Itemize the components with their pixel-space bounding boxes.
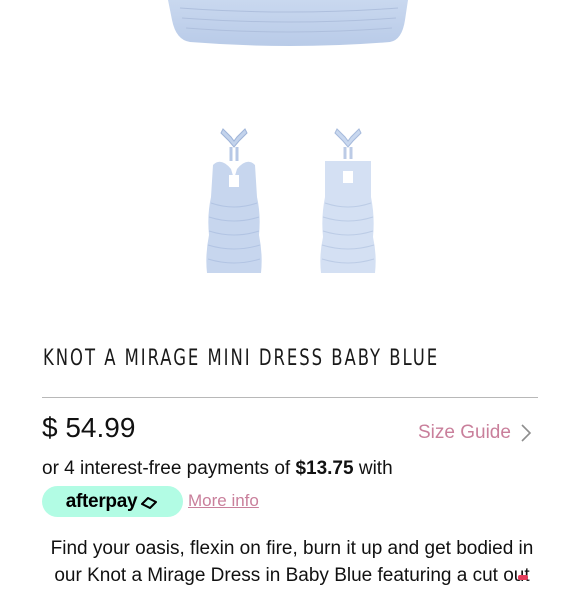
chevron-right-icon [521,424,532,442]
afterpay-more-info-link[interactable]: More info [188,491,259,511]
product-title: KNOT A MIRAGE MINI DRESS BABY BLUE [43,346,440,371]
size-guide-link[interactable]: Size Guide [418,422,533,444]
afterpay-arrows-icon [141,496,158,509]
afterpay-badge[interactable]: afterpay [42,486,183,517]
main-product-image [0,0,580,60]
floating-indicator [518,575,528,580]
dress-main-image [168,0,408,46]
thumbnail-front[interactable] [199,125,269,283]
installment-amount: $13.75 [295,458,354,479]
product-price: $ 54.99 [42,412,136,443]
thumbnail-back[interactable] [313,125,383,283]
installments-text: or 4 interest-free payments of $13.75 wi… [42,458,393,480]
dress-back-image [320,128,376,273]
product-description: Find your oasis, flexin on fire, burn it… [50,538,534,586]
title-divider [42,397,538,398]
dress-front-image [206,128,262,273]
afterpay-logo-text: afterpay [65,490,138,512]
installments-suffix: with [353,458,393,479]
installments-prefix: or 4 interest-free payments of [42,458,296,479]
thumbnail-gallery [0,125,580,285]
size-guide-label: Size Guide [418,422,511,443]
